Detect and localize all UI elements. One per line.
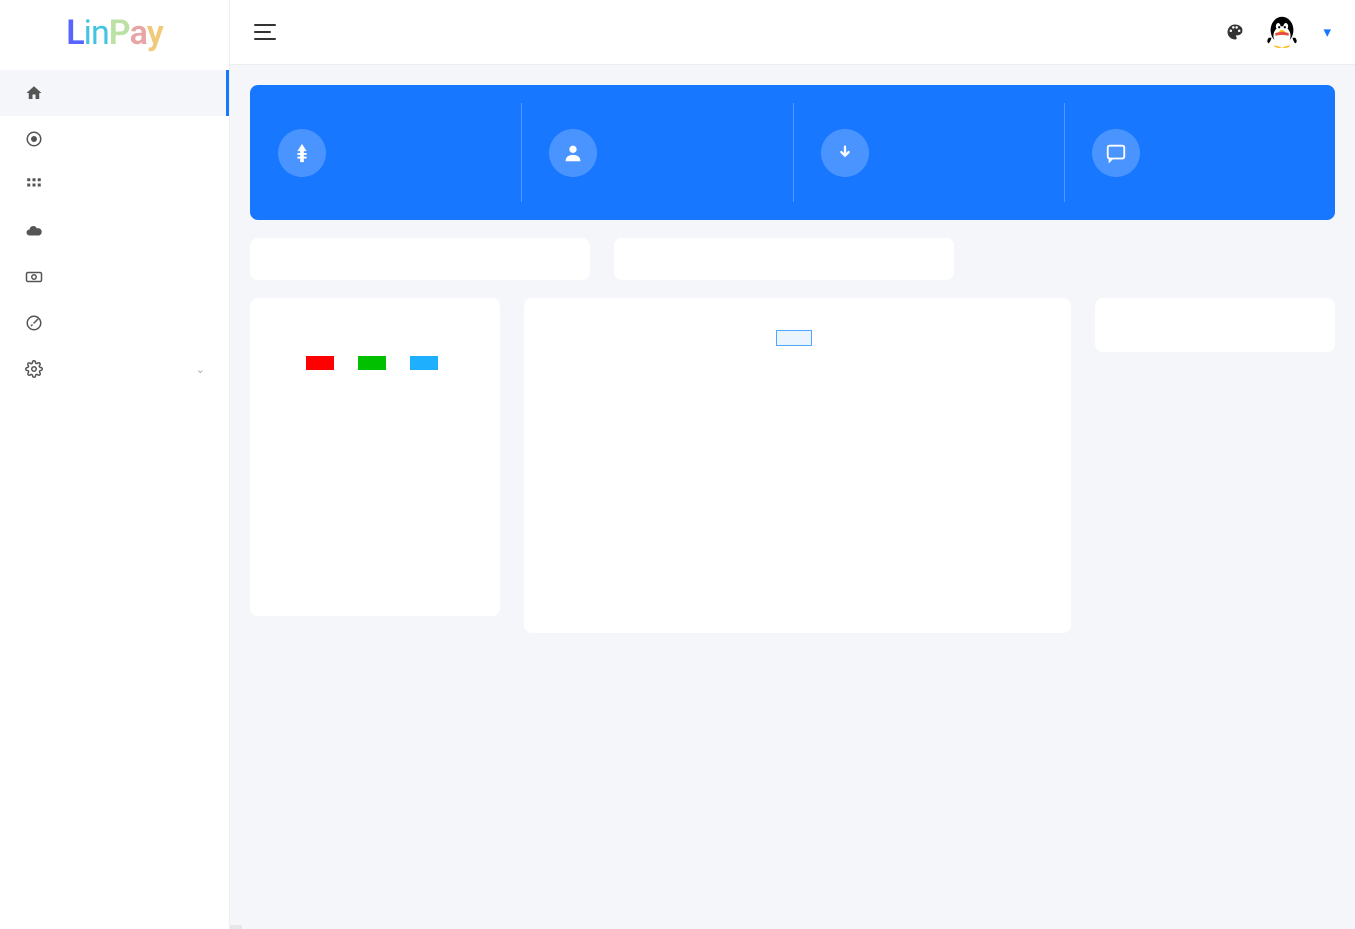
sidebar-item-channels[interactable]	[0, 162, 229, 208]
stat-total-orders	[793, 85, 1064, 220]
speed-icon	[24, 313, 44, 333]
swatch-line	[776, 330, 812, 346]
line-chart	[544, 350, 1051, 611]
person-icon	[549, 129, 597, 177]
swatch-red	[306, 356, 334, 370]
settings-submenu	[0, 392, 229, 476]
stat-today-orders	[1064, 85, 1335, 220]
pie-legend-item-alipay[interactable]	[410, 356, 444, 370]
stat-today-income	[250, 85, 521, 220]
panels-row	[250, 298, 1335, 633]
line-legend[interactable]	[544, 330, 1051, 346]
palette-icon[interactable]	[1225, 22, 1245, 42]
sidebar-item-home[interactable]	[0, 70, 229, 116]
avatar[interactable]	[1263, 13, 1301, 51]
pie-legend-item-qq[interactable]	[306, 356, 340, 370]
notice-panel	[1095, 298, 1335, 352]
main: ▾	[230, 0, 1355, 929]
topbar: ▾	[230, 0, 1355, 65]
sidebar-item-quota[interactable]	[0, 254, 229, 300]
chat-icon	[1092, 129, 1140, 177]
caret-down-icon: ▾	[1323, 23, 1331, 41]
sidebar-item-test[interactable]	[0, 300, 229, 346]
menu-toggle-button[interactable]	[254, 24, 276, 40]
money-icon	[24, 267, 44, 287]
sidebar-subitem-pay-settings[interactable]	[0, 434, 229, 476]
chevron-down-icon: ⌄	[196, 363, 205, 376]
cloud-icon	[24, 221, 44, 241]
pie-panel	[250, 298, 500, 616]
sidebar-item-plan[interactable]	[0, 208, 229, 254]
vip-card	[614, 238, 954, 280]
stats-row	[250, 85, 1335, 220]
sidebar-item-orders[interactable]	[0, 116, 229, 162]
list-icon	[24, 129, 44, 149]
pie-legend-item-wechat[interactable]	[358, 356, 392, 370]
nav: ⌄	[0, 65, 229, 893]
stat-total-income	[521, 85, 792, 220]
quota-card	[250, 238, 590, 280]
sidebar-item-settings[interactable]: ⌄	[0, 346, 229, 392]
swatch-green	[358, 356, 386, 370]
content	[230, 65, 1355, 633]
sidebar-subitem-user-config[interactable]	[0, 392, 229, 434]
logo[interactable]: LinPay	[0, 0, 229, 65]
status-strip	[230, 925, 242, 929]
gear-icon	[24, 359, 44, 379]
pie-legend	[270, 330, 480, 370]
swatch-blue	[410, 356, 438, 370]
dashboard-icon	[24, 175, 44, 195]
down-arrow-icon	[821, 129, 869, 177]
user-dropdown[interactable]: ▾	[1319, 23, 1331, 41]
info-cards-row	[250, 238, 1335, 280]
sidebar-footer	[0, 893, 229, 929]
home-icon	[24, 83, 44, 103]
line-panel	[524, 298, 1071, 633]
sidebar: LinPay	[0, 0, 230, 929]
yen-icon	[278, 129, 326, 177]
